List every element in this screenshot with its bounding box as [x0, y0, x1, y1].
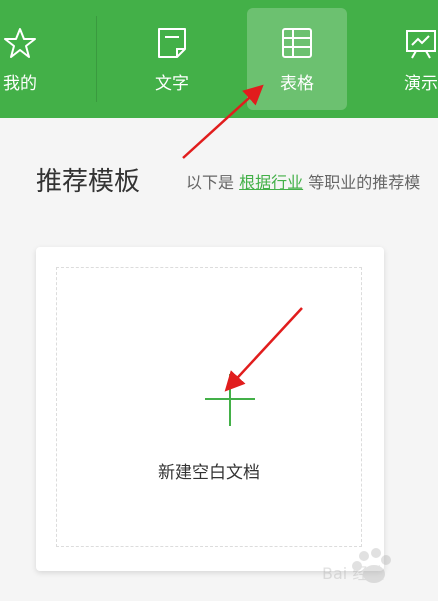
section-description: 以下是 根据行业 等职业的推荐模 — [186, 172, 438, 194]
top-navigation-bar: 我的 文字 表格 演示 — [0, 0, 438, 118]
plus-icon — [229, 374, 231, 426]
tab-label: 文字 — [155, 74, 189, 94]
tab-presentation[interactable]: 演示 — [371, 8, 438, 110]
new-blank-document-label: 新建空白文档 — [158, 463, 260, 483]
new-blank-document-card[interactable]: 新建空白文档 — [36, 247, 384, 571]
presentation-icon — [406, 30, 436, 59]
tab-text[interactable]: 文字 — [122, 8, 222, 110]
industry-link[interactable]: 根据行业 — [239, 173, 303, 192]
tab-label: 我的 — [3, 74, 37, 94]
section-desc-prefix: 以下是 — [186, 173, 235, 192]
section-title: 推荐模板 — [36, 167, 141, 197]
section-desc-suffix: 等职业的推荐模 — [308, 173, 421, 192]
plus-icon-horizontal — [205, 398, 255, 400]
star-icon — [4, 28, 36, 58]
document-icon — [158, 28, 186, 58]
baidu-watermark: Bai 经验 — [322, 544, 432, 596]
tab-label: 表格 — [280, 74, 314, 94]
table-icon — [282, 28, 312, 58]
tab-mine[interactable]: 我的 — [0, 8, 70, 110]
watermark-text: Bai 经验 — [322, 564, 385, 583]
card-dashed-area: 新建空白文档 — [56, 267, 362, 547]
tab-divider — [96, 16, 97, 102]
tab-label: 演示 — [404, 74, 438, 94]
tab-spreadsheet[interactable]: 表格 — [247, 8, 347, 110]
